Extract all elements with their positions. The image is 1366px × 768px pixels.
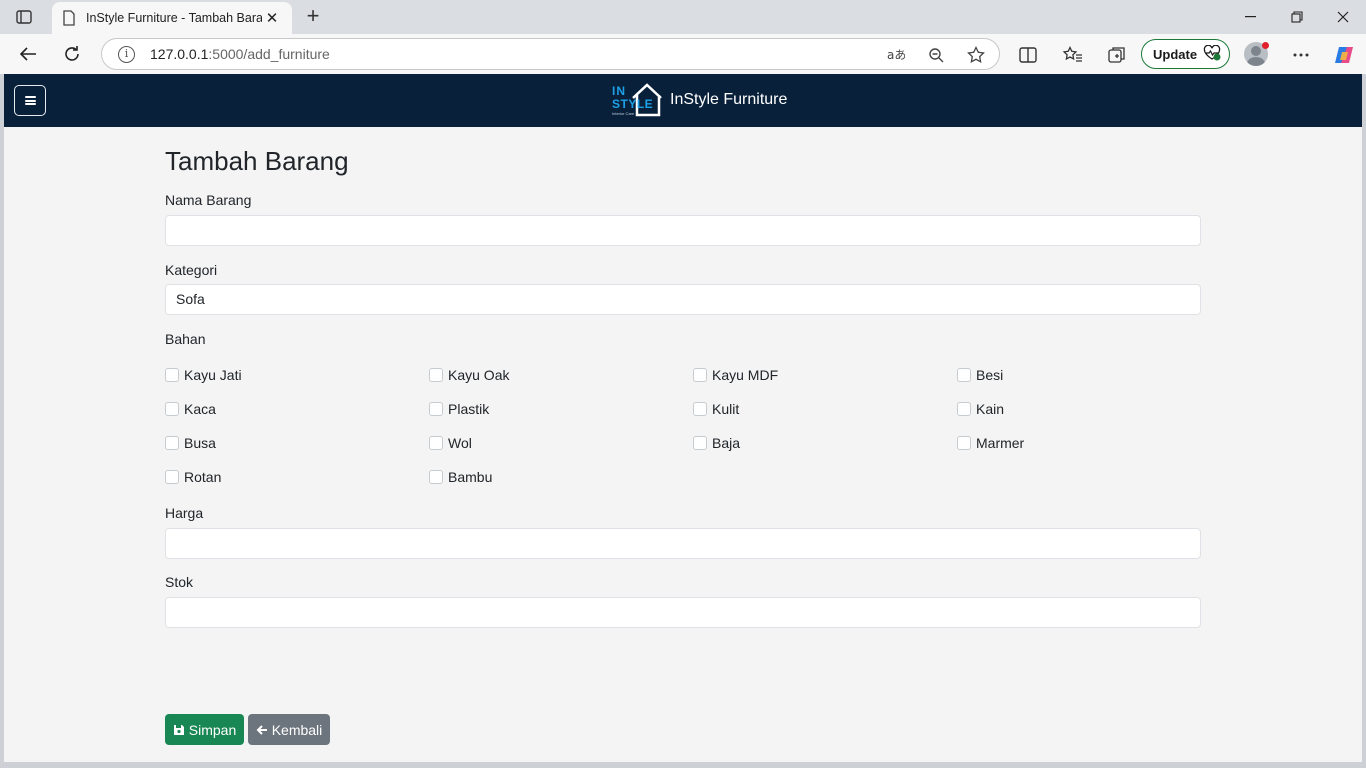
- navbar: IN STYLE Interior Care InStyle Furniture: [4, 74, 1362, 127]
- split-screen-icon[interactable]: [1015, 42, 1041, 68]
- address-bar[interactable]: i 127.0.0.1:5000/add_furniture aあ: [101, 38, 1000, 70]
- zoom-out-icon[interactable]: [926, 45, 946, 65]
- navbar-brand[interactable]: IN STYLE Interior Care InStyle Furniture: [611, 83, 787, 117]
- notification-dot: [1262, 42, 1269, 49]
- arrow-left-icon: [256, 724, 268, 736]
- url-text[interactable]: 127.0.0.1:5000/add_furniture: [150, 46, 330, 62]
- floppy-disk-icon: [173, 724, 185, 736]
- nama-barang-label: Nama Barang: [165, 192, 252, 208]
- browser-tab-strip: InStyle Furniture - Tambah Barang ✕ +: [0, 0, 1366, 34]
- harga-input[interactable]: [165, 528, 1201, 559]
- tab-close-icon[interactable]: ✕: [262, 9, 282, 27]
- add-furniture-form: Tambah Barang Nama Barang Kategori Sofa …: [165, 146, 1201, 745]
- bahan-checkbox-baja[interactable]: Baja: [693, 433, 740, 453]
- kategori-label: Kategori: [165, 262, 218, 278]
- bahan-label: Bahan: [165, 331, 206, 347]
- page-icon: [63, 10, 75, 26]
- reload-icon[interactable]: [56, 38, 88, 70]
- bahan-checkbox-kayu-oak[interactable]: Kayu Oak: [429, 365, 509, 385]
- bahan-checkbox-kain[interactable]: Kain: [957, 399, 1004, 419]
- bahan-checkbox-kaca[interactable]: Kaca: [165, 399, 216, 419]
- close-window-icon[interactable]: [1320, 0, 1366, 34]
- bahan-checkbox-kayu-mdf[interactable]: Kayu MDF: [693, 365, 778, 385]
- bahan-checkbox-wol[interactable]: Wol: [429, 433, 472, 453]
- bahan-checkbox-bambu[interactable]: Bambu: [429, 467, 492, 487]
- svg-text:aあ: aあ: [887, 48, 905, 62]
- read-aloud-icon[interactable]: aあ: [886, 45, 906, 65]
- menu-toggle-button[interactable]: [14, 85, 46, 116]
- save-button[interactable]: Simpan: [165, 714, 244, 745]
- back-arrow-icon[interactable]: [12, 38, 44, 70]
- back-button[interactable]: Kembali: [248, 714, 330, 745]
- restore-icon[interactable]: [1274, 0, 1320, 34]
- new-tab-icon[interactable]: +: [301, 5, 325, 29]
- kategori-select[interactable]: Sofa: [165, 284, 1201, 315]
- heartbeat-icon: [1203, 44, 1221, 64]
- stok-input[interactable]: [165, 597, 1201, 628]
- bahan-checkbox-marmer[interactable]: Marmer: [957, 433, 1024, 453]
- nama-barang-input[interactable]: [165, 215, 1201, 246]
- page-viewport: IN STYLE Interior Care InStyle Furniture…: [4, 74, 1362, 762]
- stok-label: Stok: [165, 574, 194, 590]
- favorite-star-icon[interactable]: [966, 45, 986, 65]
- bahan-checkbox-plastik[interactable]: Plastik: [429, 399, 489, 419]
- minimize-icon[interactable]: [1228, 0, 1274, 34]
- bahan-checkbox-rotan[interactable]: Rotan: [165, 467, 221, 487]
- hamburger-icon: [24, 96, 36, 105]
- copilot-icon[interactable]: [1331, 42, 1357, 68]
- update-button[interactable]: Update: [1141, 39, 1230, 69]
- tab-actions-icon[interactable]: [12, 6, 36, 28]
- bahan-checkbox-busa[interactable]: Busa: [165, 433, 216, 453]
- harga-label: Harga: [165, 505, 204, 521]
- tab-title: InStyle Furniture - Tambah Barang: [86, 11, 262, 25]
- bahan-checkbox-besi[interactable]: Besi: [957, 365, 1003, 385]
- more-options-icon[interactable]: [1288, 42, 1314, 68]
- brand-logo: IN STYLE Interior Care: [611, 83, 663, 117]
- page-title: Tambah Barang: [165, 146, 349, 176]
- collections-icon[interactable]: [1104, 42, 1130, 68]
- browser-tab[interactable]: InStyle Furniture - Tambah Barang ✕: [52, 2, 292, 34]
- bahan-checkbox-kulit[interactable]: Kulit: [693, 399, 739, 419]
- favorites-icon[interactable]: [1060, 42, 1086, 68]
- brand-name: InStyle Furniture: [670, 91, 788, 108]
- bahan-checkbox-kayu-jati[interactable]: Kayu Jati: [165, 365, 242, 385]
- site-info-icon[interactable]: i: [118, 46, 135, 63]
